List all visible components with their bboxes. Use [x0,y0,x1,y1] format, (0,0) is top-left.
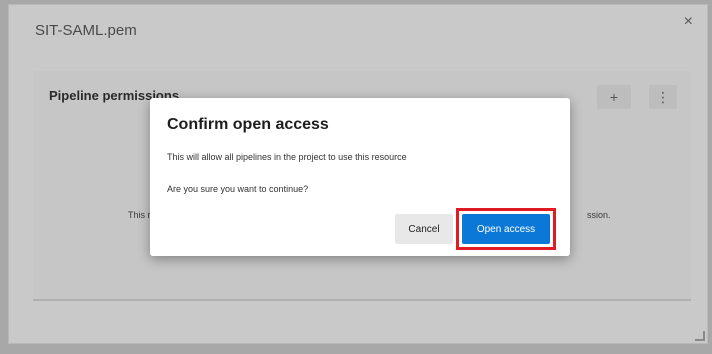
resize-grip-icon[interactable] [695,331,705,341]
add-icon[interactable]: + [597,85,631,109]
more-options-icon[interactable]: ⋮ [649,85,677,109]
dialog-title: Confirm open access [167,116,329,133]
open-access-button[interactable]: Open access [462,214,550,244]
dialog-message: This will allow all pipelines in the pro… [167,152,407,162]
cancel-button[interactable]: Cancel [395,214,453,244]
dialog-question: Are you sure you want to continue? [167,184,309,194]
panel-title: SIT-SAML.pem [35,22,137,39]
close-icon[interactable]: × [684,13,693,31]
background-text-left: This r [128,210,151,220]
app-frame: SIT-SAML.pem × Pipeline permissions + ⋮ … [0,0,712,354]
confirm-dialog: Confirm open access This will allow all … [150,98,570,256]
background-text-right: ssion. [587,210,611,220]
